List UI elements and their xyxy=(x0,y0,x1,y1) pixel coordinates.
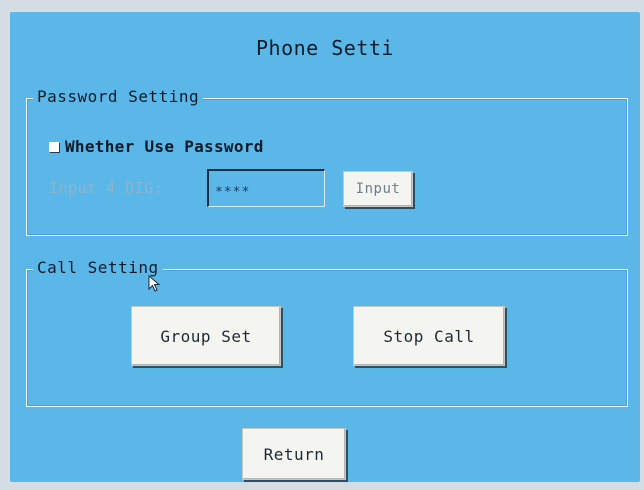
use-password-checkbox[interactable] xyxy=(49,141,59,152)
return-button[interactable]: Return xyxy=(242,428,346,480)
pin-input-field[interactable]: **** xyxy=(207,169,325,207)
use-password-checkbox-row[interactable]: Whether Use Password xyxy=(49,137,264,156)
call-setting-group: Call Setting Group Set Stop Call xyxy=(26,258,628,407)
call-setting-legend: Call Setting xyxy=(33,258,163,277)
pin-label: Input 4 DIG: xyxy=(49,179,164,197)
stop-call-button[interactable]: Stop Call xyxy=(353,306,505,366)
password-setting-group: Password Setting Whether Use Password In… xyxy=(26,87,628,236)
mouse-pointer-icon xyxy=(148,275,161,292)
password-setting-legend: Password Setting xyxy=(33,87,204,106)
group-set-button[interactable]: Group Set xyxy=(131,306,281,366)
phone-settings-screen: Phone Setti Password Setting Whether Use… xyxy=(10,12,640,482)
use-password-label: Whether Use Password xyxy=(65,137,264,156)
page-title: Phone Setti xyxy=(256,36,394,60)
input-button[interactable]: Input xyxy=(343,171,413,207)
